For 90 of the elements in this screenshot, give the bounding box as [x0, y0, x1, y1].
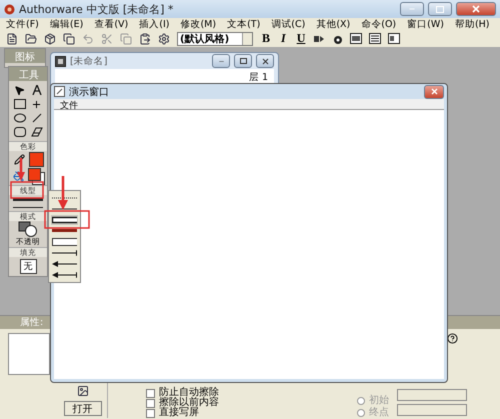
- menu-item[interactable]: 修改(M): [180, 18, 216, 30]
- radio-label: 初始: [369, 396, 389, 406]
- close-button[interactable]: [256, 54, 274, 68]
- hollow-line-icon: [52, 238, 77, 246]
- pencil-icon[interactable]: [12, 154, 26, 166]
- close-icon: [472, 5, 480, 13]
- maximize-button[interactable]: [234, 54, 252, 68]
- checkbox[interactable]: [146, 398, 155, 408]
- menu-item[interactable]: 调试(C): [271, 18, 306, 30]
- ellipse-tool-icon[interactable]: [12, 112, 26, 124]
- line-style-option[interactable]: [51, 259, 78, 269]
- annotation-arrow: [58, 176, 68, 210]
- panel-icon[interactable]: [388, 33, 400, 44]
- line-style-preview: [13, 198, 43, 201]
- new-file-icon[interactable]: [6, 32, 18, 44]
- play-icon[interactable]: [314, 34, 324, 42]
- menu-item[interactable]: 其他(X): [316, 18, 350, 30]
- checkbox-label: 直接写屏: [159, 408, 199, 418]
- layer-label: 层 1: [248, 71, 268, 85]
- copy-icon[interactable]: [63, 32, 75, 44]
- gear-icon[interactable]: [158, 32, 170, 44]
- fill-value[interactable]: 无: [20, 259, 36, 274]
- checkbox-label: 防止自动擦除: [159, 388, 219, 398]
- menu-item[interactable]: 帮助(H): [454, 18, 490, 30]
- window-title: Authorware 中文版 [未命名] *: [19, 2, 174, 16]
- line-style-option[interactable]: [51, 270, 78, 280]
- radio-button[interactable]: [357, 409, 365, 417]
- input-field[interactable]: [397, 389, 467, 401]
- left-arrow-line-icon: [52, 260, 77, 268]
- right-arrow-line-icon: [52, 249, 77, 257]
- rounded-rectangle-tool-icon[interactable]: [12, 126, 26, 138]
- line-style-option[interactable]: [51, 248, 78, 258]
- radio-button[interactable]: [357, 397, 365, 405]
- preview-area: [8, 333, 50, 375]
- thick-line-icon: [52, 227, 77, 235]
- list-icon[interactable]: [369, 33, 382, 44]
- mode-icon[interactable]: [18, 221, 38, 237]
- close-icon: [430, 88, 438, 95]
- input-field[interactable]: [397, 404, 467, 416]
- menu-item[interactable]: 文件(F): [6, 18, 39, 30]
- highlight-frame: [10, 181, 44, 199]
- panel-icon[interactable]: [350, 33, 362, 44]
- menu-item[interactable]: 插入(I): [139, 18, 170, 30]
- format-button[interactable]: B: [260, 31, 272, 46]
- open-button[interactable]: 打开: [64, 401, 102, 416]
- panel-title: 属性:: [20, 316, 44, 329]
- document-icon: [55, 56, 66, 66]
- close-icon: [262, 58, 268, 64]
- line-style-option[interactable]: [51, 215, 78, 225]
- checkbox[interactable]: [146, 388, 155, 398]
- paste-icon[interactable]: [139, 32, 151, 44]
- menu-item[interactable]: 窗口(W): [407, 18, 444, 30]
- maximize-icon: [240, 58, 246, 64]
- pointer-tool-icon[interactable]: [12, 84, 26, 96]
- checkbox-label: 擦除以前内容: [159, 398, 219, 408]
- presentation-window-title: 演示窗口: [69, 86, 110, 98]
- format-button[interactable]: U: [294, 31, 308, 46]
- help-icon[interactable]: [447, 333, 458, 344]
- double-line-icon: [52, 216, 77, 224]
- package-icon[interactable]: [44, 32, 56, 44]
- highlight-frame: [44, 210, 90, 229]
- polygon-tool-icon[interactable]: [30, 126, 44, 138]
- menu-item[interactable]: 文件: [60, 99, 78, 109]
- toolbox-title: 工具: [9, 67, 47, 81]
- annotation-arrow: [17, 158, 25, 181]
- format-button[interactable]: I: [279, 31, 288, 46]
- style-select[interactable]: (默认风格): [177, 32, 253, 46]
- close-button[interactable]: [424, 84, 444, 98]
- menu-item[interactable]: 文本(T): [227, 18, 260, 30]
- close-button[interactable]: [456, 2, 496, 16]
- fill-color-swatch[interactable]: [28, 168, 44, 185]
- window-icon: [54, 86, 65, 97]
- line-style-option[interactable]: [51, 237, 78, 247]
- double-arrow-line-icon: [52, 271, 77, 279]
- line-style-preview: [13, 207, 43, 208]
- menu-item[interactable]: 查看(V): [94, 18, 128, 30]
- minimize-button[interactable]: [400, 2, 424, 16]
- app-logo-icon: [4, 4, 15, 14]
- checkbox[interactable]: [146, 408, 155, 418]
- radio-label: 终点: [369, 408, 389, 418]
- menu-item[interactable]: 编辑(E): [50, 18, 84, 30]
- rectangle-tool-icon[interactable]: [12, 98, 26, 110]
- maximize-icon: [436, 6, 444, 12]
- palette-title: 图标: [5, 49, 45, 63]
- line-color-swatch[interactable]: [28, 152, 44, 167]
- menu-item[interactable]: 命令(O): [361, 18, 396, 30]
- image-icon: [76, 385, 88, 397]
- design-window-title: [未命名]: [70, 54, 108, 68]
- open-folder-icon[interactable]: [25, 32, 37, 44]
- text-tool-icon[interactable]: [30, 84, 44, 96]
